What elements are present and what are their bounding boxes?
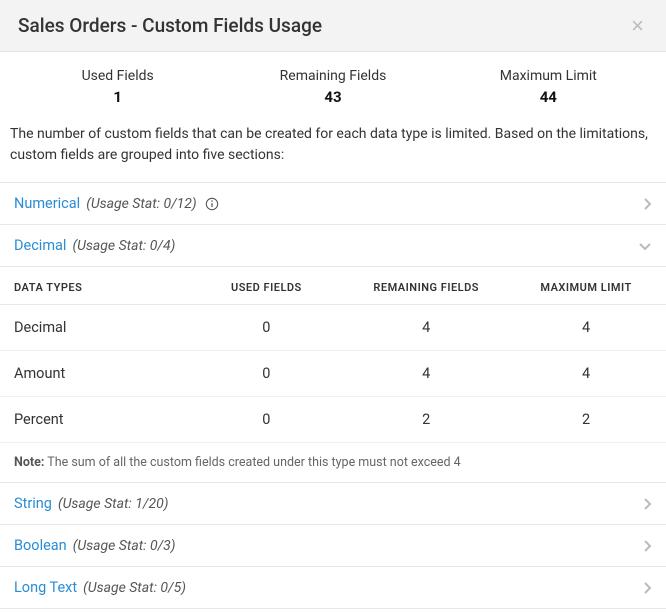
section-header-decimal[interactable]: Decimal (Usage Stat: 0/4) xyxy=(0,225,666,267)
section-usage: (Usage Stat: 0/3) xyxy=(73,538,176,554)
description-text: The number of custom fields that can be … xyxy=(0,124,666,182)
section-title: String (Usage Stat: 1/20) xyxy=(14,495,168,512)
cell-type: Amount xyxy=(0,351,186,397)
dialog-header: Sales Orders - Custom Fields Usage × xyxy=(0,0,666,52)
col-remaining-fields: REMAINING FIELDS xyxy=(346,267,506,305)
info-icon[interactable] xyxy=(205,197,219,211)
cell-remaining: 4 xyxy=(346,351,506,397)
section-header-string[interactable]: String (Usage Stat: 1/20) xyxy=(0,483,666,525)
cell-used: 0 xyxy=(186,305,346,351)
chevron-right-icon xyxy=(642,497,652,511)
section-name: Long Text xyxy=(14,579,77,596)
stat-label: Maximum Limit xyxy=(441,68,656,84)
cell-type: Decimal xyxy=(0,305,186,351)
table-row: Amount 0 4 4 xyxy=(0,351,666,397)
note-label: Note: xyxy=(14,455,44,470)
section-usage: (Usage Stat: 0/4) xyxy=(72,238,175,254)
summary-stats: Used Fields 1 Remaining Fields 43 Maximu… xyxy=(0,52,666,124)
section-title: Decimal (Usage Stat: 0/4) xyxy=(14,237,175,254)
stat-value: 43 xyxy=(225,88,440,106)
section-name: Numerical xyxy=(14,195,80,212)
section-name: Boolean xyxy=(14,537,67,554)
stat-used-fields: Used Fields 1 xyxy=(10,68,225,106)
stat-value: 1 xyxy=(10,88,225,106)
cell-used: 0 xyxy=(186,397,346,443)
table-row: Decimal 0 4 4 xyxy=(0,305,666,351)
chevron-right-icon xyxy=(642,581,652,595)
section-header-numerical[interactable]: Numerical (Usage Stat: 0/12) xyxy=(0,183,666,225)
chevron-down-icon xyxy=(638,241,652,251)
table-header-row: DATA TYPES USED FIELDS REMAINING FIELDS … xyxy=(0,267,666,305)
close-button[interactable]: × xyxy=(627,15,648,37)
section-title: Numerical (Usage Stat: 0/12) xyxy=(14,195,219,212)
custom-fields-usage-dialog: Sales Orders - Custom Fields Usage × Use… xyxy=(0,0,666,609)
note-text: The sum of all the custom fields created… xyxy=(44,455,460,470)
cell-remaining: 2 xyxy=(346,397,506,443)
table-row: Percent 0 2 2 xyxy=(0,397,666,443)
section-list: Numerical (Usage Stat: 0/12) Decimal (Us… xyxy=(0,182,666,609)
section-header-long-text[interactable]: Long Text (Usage Stat: 0/5) xyxy=(0,567,666,609)
cell-max: 4 xyxy=(506,305,666,351)
stat-remaining-fields: Remaining Fields 43 xyxy=(225,68,440,106)
section-title: Boolean (Usage Stat: 0/3) xyxy=(14,537,176,554)
stat-value: 44 xyxy=(441,88,656,106)
data-types-table: DATA TYPES USED FIELDS REMAINING FIELDS … xyxy=(0,267,666,443)
stat-label: Remaining Fields xyxy=(225,68,440,84)
section-name: Decimal xyxy=(14,237,66,254)
dialog-title: Sales Orders - Custom Fields Usage xyxy=(18,14,322,37)
col-used-fields: USED FIELDS xyxy=(186,267,346,305)
cell-max: 2 xyxy=(506,397,666,443)
stat-label: Used Fields xyxy=(10,68,225,84)
section-name: String xyxy=(14,495,52,512)
section-usage: (Usage Stat: 0/5) xyxy=(83,580,186,596)
section-usage: (Usage Stat: 0/12) xyxy=(86,196,196,212)
section-note: Note: The sum of all the custom fields c… xyxy=(0,443,666,483)
chevron-right-icon xyxy=(642,539,652,553)
section-title: Long Text (Usage Stat: 0/5) xyxy=(14,579,186,596)
stat-maximum-limit: Maximum Limit 44 xyxy=(441,68,656,106)
chevron-right-icon xyxy=(642,197,652,211)
cell-used: 0 xyxy=(186,351,346,397)
section-header-boolean[interactable]: Boolean (Usage Stat: 0/3) xyxy=(0,525,666,567)
cell-remaining: 4 xyxy=(346,305,506,351)
section-usage: (Usage Stat: 1/20) xyxy=(58,496,168,512)
cell-max: 4 xyxy=(506,351,666,397)
col-data-types: DATA TYPES xyxy=(0,267,186,305)
col-maximum-limit: MAXIMUM LIMIT xyxy=(506,267,666,305)
cell-type: Percent xyxy=(0,397,186,443)
